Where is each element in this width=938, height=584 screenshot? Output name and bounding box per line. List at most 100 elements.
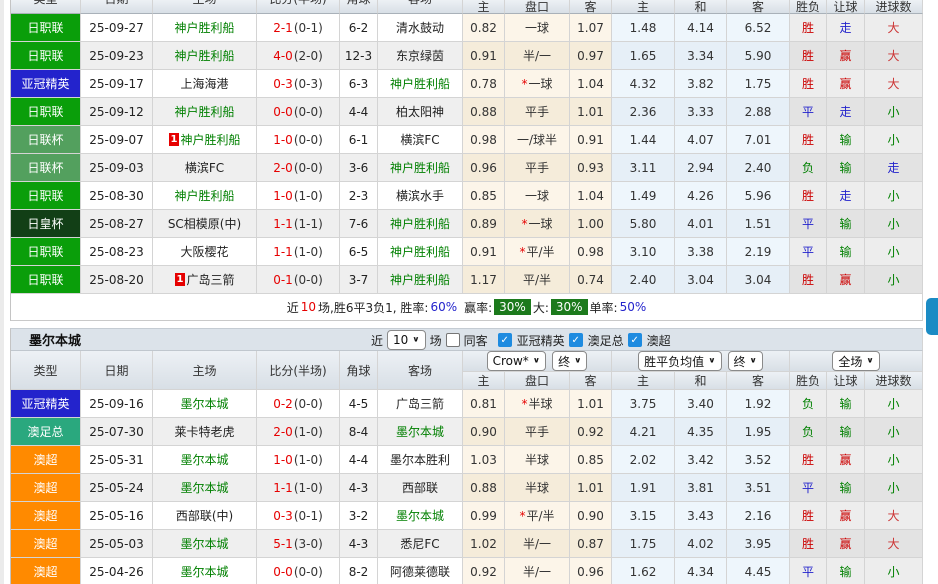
- eu-home-odds: 4.32: [612, 70, 675, 98]
- corners: 7-6: [340, 210, 378, 238]
- result-handicap: 赢: [827, 42, 865, 70]
- column-header-label: 客: [752, 0, 764, 14]
- ah-line: *平/半: [505, 502, 570, 530]
- away-team: 神户胜利船: [378, 70, 463, 98]
- eu-away-odds: 3.52: [727, 446, 790, 474]
- home-team: 墨尔本城: [153, 474, 257, 502]
- summary-near-label: 近: [287, 299, 299, 316]
- home-team-name: 莱卡特老虎: [174, 423, 234, 440]
- eu-home-odds: 3.75: [612, 390, 675, 418]
- score: 1-0(1-0): [257, 446, 340, 474]
- score: 0-0(0-0): [257, 98, 340, 126]
- result-handicap: 走: [827, 98, 865, 126]
- eu-away-odds: 1.51: [727, 210, 790, 238]
- euro-odds-time-select[interactable]: 终∨: [728, 351, 763, 371]
- euro-odds-type-select[interactable]: 胜平负均值∨: [638, 351, 721, 371]
- corners: 6-1: [340, 126, 378, 154]
- match-date: 25-08-20: [81, 266, 153, 294]
- result-handicap: 赢: [827, 502, 865, 530]
- result-wdl: 胜: [790, 182, 827, 210]
- ah-home-odds: 0.99: [463, 502, 505, 530]
- match-date: 25-08-30: [81, 182, 153, 210]
- asian-odds-time-select[interactable]: 终∨: [552, 351, 587, 371]
- ah-line: 平手: [505, 154, 570, 182]
- period-select[interactable]: 全场∨: [832, 351, 879, 371]
- ah-line: *一球: [505, 210, 570, 238]
- result-handicap: 赢: [827, 266, 865, 294]
- ah-line: 半/一: [505, 558, 570, 584]
- ah-home-odds: 1.17: [463, 266, 505, 294]
- corners: 4-3: [340, 530, 378, 558]
- halftime-score: (2-0): [294, 49, 323, 63]
- column-header: 日期: [81, 351, 153, 390]
- ah-line-text: 平手: [525, 159, 549, 176]
- home-team: 墨尔本城: [153, 558, 257, 584]
- fulltime-score: 1-0: [273, 453, 293, 467]
- home-team: 大阪樱花: [153, 238, 257, 266]
- ah-line-text: 半/一: [523, 535, 551, 552]
- halftime-score: (0-0): [294, 133, 323, 147]
- match-row: 亚冠精英25-09-17上海海港0-3(0-3)6-3神户胜利船0.78*一球1…: [11, 70, 923, 98]
- halftime-score: (1-0): [294, 481, 323, 495]
- eu-draw-odds: 4.35: [675, 418, 727, 446]
- league-filter-checkbox-ffacup[interactable]: ✓: [569, 333, 583, 347]
- match-row: 日联杯25-09-03横滨FC2-0(0-0)3-6神户胜利船0.96平手0.9…: [11, 154, 923, 182]
- eu-draw-odds: 3.43: [675, 502, 727, 530]
- ah-away-odds: 0.90: [570, 502, 612, 530]
- match-date: 25-07-30: [81, 418, 153, 446]
- column-header: 主场: [153, 351, 257, 390]
- result-handicap: 输: [827, 210, 865, 238]
- away-team: 柏太阳神: [378, 98, 463, 126]
- eu-away-odds: 3.51: [727, 474, 790, 502]
- eu-away-odds: 2.40: [727, 154, 790, 182]
- column-header: 客场: [378, 351, 463, 390]
- team1-table-body: 日职联25-09-27神户胜利船2-1(0-1)6-2清水鼓动0.82一球1.0…: [11, 14, 923, 294]
- away-team-name: 墨尔本城: [396, 423, 444, 440]
- halftime-score: (0-1): [294, 509, 323, 523]
- corners: 4-3: [340, 474, 378, 502]
- league-type-badge: 澳超: [11, 558, 81, 584]
- ah-line-text: 平/半: [526, 507, 554, 524]
- same-away-checkbox[interactable]: [446, 333, 460, 347]
- league-filter-label-acl: 亚冠精英: [517, 332, 565, 349]
- column-header-label: 类型: [11, 0, 80, 12]
- home-team: 1神户胜利船: [153, 126, 257, 154]
- summary-record: 场,胜6平3负1, 胜率:: [318, 299, 428, 316]
- league-filter-checkbox-aleague[interactable]: ✓: [628, 333, 642, 347]
- match-date: 25-09-12: [81, 98, 153, 126]
- floating-scroll-button[interactable]: [926, 298, 938, 335]
- result-wdl: 负: [790, 390, 827, 418]
- fulltime-score: 0-0: [273, 565, 293, 579]
- ah-line-text: 平/半: [526, 243, 554, 260]
- home-team-name: 墨尔本城: [180, 479, 228, 496]
- eu-home-odds: 3.15: [612, 502, 675, 530]
- column-header: 客场: [378, 0, 463, 14]
- summary-single-rate: 50%: [620, 300, 647, 314]
- result-handicap: 输: [827, 474, 865, 502]
- halftime-score: (1-0): [294, 245, 323, 259]
- away-team-name: 墨尔本胜利: [390, 451, 450, 468]
- eu-draw-odds: 3.33: [675, 98, 727, 126]
- recent-count-select[interactable]: 10∨: [387, 330, 426, 350]
- eu-home-odds: 3.11: [612, 154, 675, 182]
- odds-company-select[interactable]: Crow*∨: [487, 351, 547, 371]
- column-header: 让球: [827, 0, 865, 14]
- corners: 3-2: [340, 502, 378, 530]
- team1-matches-table: 类型日期主场比分(半场)角球客场主盘口客主和客胜负让球进球数 日职联25-09-…: [10, 0, 923, 321]
- league-type-badge: 亚冠精英: [11, 390, 81, 418]
- column-header: 进球数: [865, 0, 923, 14]
- league-filter-checkbox-acl[interactable]: ✓: [498, 333, 512, 347]
- ah-home-odds: 1.03: [463, 446, 505, 474]
- halftime-score: (0-0): [294, 105, 323, 119]
- result-goals: 小: [865, 446, 923, 474]
- fulltime-score: 1-1: [273, 245, 293, 259]
- eu-away-odds: 6.52: [727, 14, 790, 42]
- halftime-score: (1-0): [294, 425, 323, 439]
- match-row: 日皇杯25-08-27SC相模原(中)1-1(1-1)7-6神户胜利船0.89*…: [11, 210, 923, 238]
- team2-table-body: 亚冠精英25-09-16墨尔本城0-2(0-0)4-5广岛三箭0.81*半球1.…: [11, 390, 923, 584]
- eu-home-odds: 4.21: [612, 418, 675, 446]
- summary-big-rate-badge: 30%: [551, 299, 588, 315]
- eu-away-odds: 4.45: [727, 558, 790, 584]
- result-handicap: 输: [827, 390, 865, 418]
- league-filter-label-ffacup: 澳足总: [588, 332, 624, 349]
